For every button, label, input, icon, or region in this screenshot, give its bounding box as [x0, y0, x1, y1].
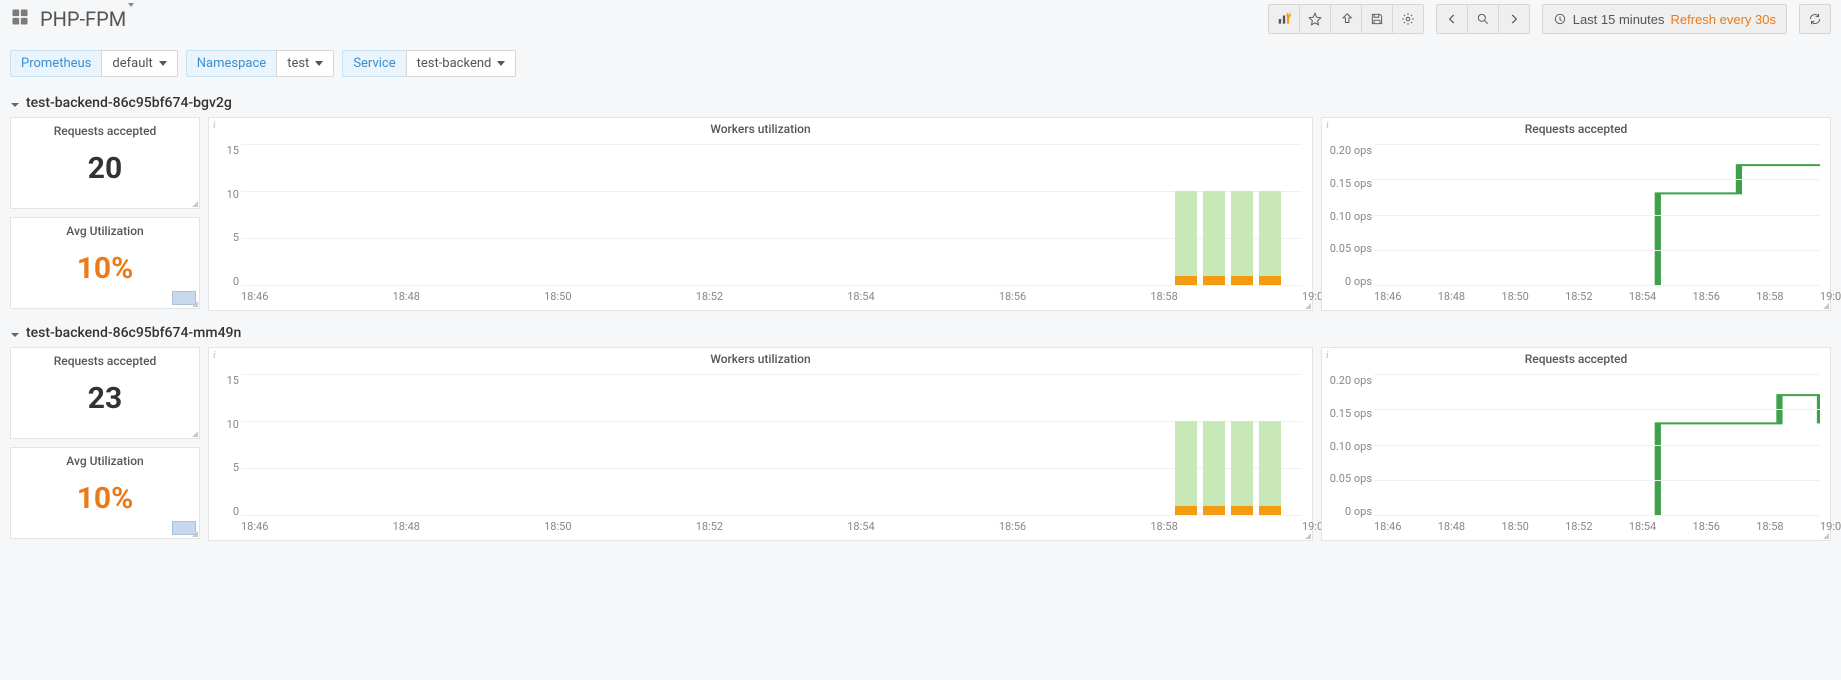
toolbar-group-left — [1268, 4, 1424, 34]
time-range-label: Last 15 minutes — [1573, 12, 1665, 27]
requests-accepted-chart-panel[interactable]: i Requests accepted 0.20 ops0.15 ops0.10… — [1321, 347, 1831, 541]
settings-button[interactable] — [1392, 4, 1424, 34]
panel-title: Requests accepted — [11, 120, 199, 140]
avg-utilization-value: 10% — [77, 481, 134, 516]
zoom-out-button[interactable] — [1467, 4, 1499, 34]
requests-accepted-value: 20 — [88, 151, 122, 186]
time-back-button[interactable] — [1436, 4, 1468, 34]
dashboard-header: PHP-FPM Last 15 minutes Refresh every 30… — [0, 0, 1841, 44]
info-icon[interactable]: i — [1326, 120, 1329, 131]
info-icon[interactable]: i — [213, 350, 216, 361]
resize-handle-icon[interactable] — [1823, 533, 1829, 539]
y-axis: 151050 — [209, 374, 239, 518]
var-service-value-text: test-backend — [417, 56, 492, 71]
caret-down-icon — [159, 61, 167, 66]
resize-handle-icon[interactable] — [192, 431, 198, 437]
info-icon[interactable]: i — [213, 120, 216, 131]
caret-down-icon — [497, 61, 505, 66]
panel-title: Requests accepted — [1322, 348, 1830, 368]
panel-title: Requests accepted — [1322, 118, 1830, 138]
var-service[interactable]: Service test-backend — [342, 50, 516, 77]
requests-accepted-value: 23 — [88, 381, 122, 416]
row-header[interactable]: test-backend-86c95bf674-mm49n — [0, 319, 1841, 347]
var-namespace[interactable]: Namespace test — [186, 50, 335, 77]
add-panel-button[interactable] — [1268, 4, 1300, 34]
y-axis: 151050 — [209, 144, 239, 288]
avg-utilization-stat-panel[interactable]: Avg Utilization 10% — [10, 217, 200, 309]
dashboard-title-text: PHP-FPM — [40, 7, 126, 31]
requests-plot — [1374, 374, 1820, 516]
panel-title: Avg Utilization — [11, 220, 199, 240]
caret-down-icon — [128, 3, 134, 31]
workers-utilization-panel[interactable]: i Workers utilization 151050 18:4618:481… — [208, 347, 1313, 541]
requests-accepted-stat-panel[interactable]: Requests accepted 23 — [10, 347, 200, 439]
panel-title: Avg Utilization — [11, 450, 199, 470]
var-service-value[interactable]: test-backend — [406, 50, 517, 77]
requests-accepted-stat-panel[interactable]: Requests accepted 20 — [10, 117, 200, 209]
toolbar-group-nav — [1436, 4, 1530, 34]
row-title: test-backend-86c95bf674-mm49n — [26, 325, 241, 341]
resize-handle-icon[interactable] — [1823, 303, 1829, 309]
share-button[interactable] — [1330, 4, 1362, 34]
caret-down-icon — [315, 61, 323, 66]
info-icon[interactable]: i — [1326, 350, 1329, 361]
var-prometheus-value[interactable]: default — [101, 50, 177, 77]
save-button[interactable] — [1361, 4, 1393, 34]
resize-handle-icon[interactable] — [192, 531, 198, 537]
panel-title: Workers utilization — [209, 118, 1312, 138]
row-title: test-backend-86c95bf674-bgv2g — [26, 95, 232, 111]
requests-plot — [1374, 144, 1820, 286]
refresh-interval-label: Refresh every 30s — [1671, 12, 1777, 27]
resize-handle-icon[interactable] — [192, 301, 198, 307]
x-axis: 18:4618:4818:5018:5218:5418:5618:5819:00 — [241, 286, 1302, 303]
resize-handle-icon[interactable] — [1305, 533, 1311, 539]
y-axis: 0.20 ops0.15 ops0.10 ops0.05 ops0 ops — [1322, 144, 1372, 288]
y-axis: 0.20 ops0.15 ops0.10 ops0.05 ops0 ops — [1322, 374, 1372, 518]
x-axis: 18:4618:4818:5018:5218:5418:5618:5819:00 — [241, 516, 1302, 533]
var-namespace-value[interactable]: test — [276, 50, 334, 77]
dashboard-menu-icon[interactable] — [10, 7, 30, 31]
panel-row: Requests accepted 23 Avg Utilization 10%… — [0, 347, 1841, 549]
time-range-button[interactable]: Last 15 minutes Refresh every 30s — [1542, 4, 1787, 34]
var-prometheus[interactable]: Prometheus default — [10, 50, 178, 77]
workers-utilization-panel[interactable]: i Workers utilization 151050 18:4618:481… — [208, 117, 1313, 311]
x-axis: 18:4618:4818:5018:5218:5418:5618:5819:00 — [1374, 516, 1820, 533]
chevron-down-icon — [10, 98, 20, 108]
resize-handle-icon[interactable] — [1305, 303, 1311, 309]
panel-row: Requests accepted 20 Avg Utilization 10%… — [0, 117, 1841, 319]
var-service-label: Service — [342, 50, 405, 77]
var-prometheus-value-text: default — [112, 56, 152, 71]
template-var-row: Prometheus default Namespace test Servic… — [0, 44, 1841, 89]
workers-plot — [241, 374, 1302, 516]
row-header[interactable]: test-backend-86c95bf674-bgv2g — [0, 89, 1841, 117]
chevron-down-icon — [10, 328, 20, 338]
star-button[interactable] — [1299, 4, 1331, 34]
x-axis: 18:4618:4818:5018:5218:5418:5618:5819:00 — [1374, 286, 1820, 303]
var-namespace-value-text: test — [287, 56, 309, 71]
var-prometheus-label: Prometheus — [10, 50, 101, 77]
panel-title: Workers utilization — [209, 348, 1312, 368]
avg-utilization-stat-panel[interactable]: Avg Utilization 10% — [10, 447, 200, 539]
requests-accepted-chart-panel[interactable]: i Requests accepted 0.20 ops0.15 ops0.10… — [1321, 117, 1831, 311]
workers-plot — [241, 144, 1302, 286]
refresh-button[interactable] — [1799, 4, 1831, 34]
dashboard-title[interactable]: PHP-FPM — [40, 7, 134, 31]
time-forward-button[interactable] — [1498, 4, 1530, 34]
resize-handle-icon[interactable] — [192, 201, 198, 207]
panel-title: Requests accepted — [11, 350, 199, 370]
avg-utilization-value: 10% — [77, 251, 134, 286]
var-namespace-label: Namespace — [186, 50, 276, 77]
